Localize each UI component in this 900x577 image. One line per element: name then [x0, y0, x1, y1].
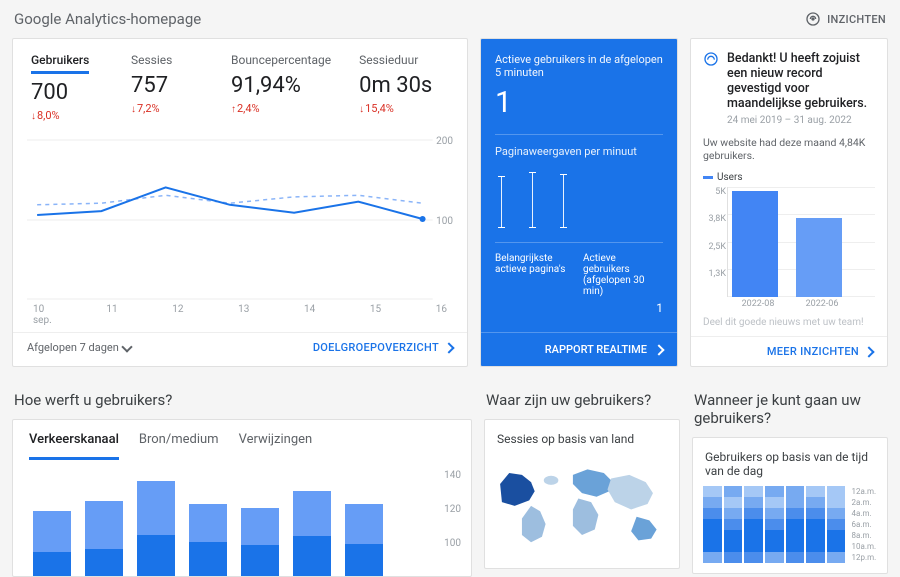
- top-pages-label: Belangrijkste actieve pagina's: [495, 253, 575, 315]
- geo-title: Waar zijn uw gebruikers?: [486, 391, 680, 409]
- geo-subtitle: Sessies op basis van land: [485, 420, 679, 450]
- time-title: Wanneer je kunt gaan uw gebruikers?: [694, 391, 888, 427]
- world-map[interactable]: [485, 450, 679, 568]
- acquisition-bar-chart: 140 120 100: [27, 470, 457, 576]
- insight-badge-icon: [703, 51, 719, 71]
- metric-value: 757: [131, 73, 203, 98]
- insight-legend: Users: [703, 172, 875, 183]
- time-subtitle: Gebruikers op basis van de tijd van de d…: [693, 438, 887, 482]
- users-line-chart: 200100: [27, 134, 453, 304]
- acquisition-title: Hoe werft u gebruikers?: [14, 391, 472, 409]
- chevron-down-icon: [121, 341, 132, 352]
- metric-label: Bouncepercentage: [231, 53, 331, 67]
- realtime-report-link[interactable]: RAPPORT REALTIME: [481, 332, 677, 366]
- metric-sessies[interactable]: Sessies 757 ↓7,2%: [131, 53, 203, 122]
- insights-label: INZICHTEN: [827, 13, 886, 26]
- more-insights-link[interactable]: MEER INZICHTEN: [767, 345, 873, 358]
- metric-bouncepercentage[interactable]: Bouncepercentage 91,94% ↑2,4%: [231, 53, 331, 122]
- metric-label: Sessieduur: [359, 53, 432, 67]
- tab-verwijzingen[interactable]: Verwijzingen: [239, 432, 313, 460]
- insight-card: Bedankt! U heeft zojuist een nieuw recor…: [690, 38, 888, 367]
- metric-value: 91,94%: [231, 73, 331, 98]
- period-selector[interactable]: Afgelopen 7 dagen: [27, 341, 131, 354]
- time-heatmap: 12a.m.2a.m.4a.m.6a.m.8a.m.10a.m.12p.m.: [693, 482, 887, 573]
- realtime-active-label: Actieve gebruikers in de afgelopen 5 min…: [495, 53, 663, 79]
- insight-date-range: 24 mei 2019 – 31 aug. 2022: [727, 115, 875, 126]
- chevron-right-icon: [863, 346, 874, 357]
- chevron-right-icon: [443, 342, 454, 353]
- active-30min-value: 1: [583, 301, 663, 315]
- pageviews-sparkline: [501, 168, 657, 228]
- time-card: Gebruikers op basis van de tijd van de d…: [692, 437, 888, 574]
- insight-bar-chart: 5K 3,8K 2,5K 1,3K: [727, 187, 875, 297]
- realtime-card: Actieve gebruikers in de afgelopen 5 min…: [480, 38, 678, 367]
- tab-bron/medium[interactable]: Bron/medium: [139, 432, 219, 460]
- insights-icon: [805, 11, 821, 27]
- metric-value: 700: [31, 80, 103, 105]
- insight-title: Bedankt! U heeft zojuist een nieuw recor…: [727, 51, 875, 111]
- insights-button[interactable]: INZICHTEN: [805, 11, 886, 27]
- active-30min-label: Actieve gebruikers (afgelopen 30 min): [583, 253, 663, 297]
- metric-value: 0m 30s: [359, 73, 432, 98]
- audience-overview-card: Gebruikers 700 ↓8,0% Sessies 757 ↓7,2% Bou…: [12, 38, 468, 367]
- acquisition-card: Verkeerskanaal Bron/medium Verwijzingen 14…: [12, 419, 472, 577]
- metric-sessieduur[interactable]: Sessieduur 0m 30s ↓15,4%: [359, 53, 432, 122]
- insight-description: Uw website had deze maand 4,84K gebruike…: [703, 136, 875, 162]
- tab-verkeerskanaal[interactable]: Verkeerskanaal: [29, 432, 119, 460]
- realtime-views-label: Paginaweergaven per minuut: [495, 145, 663, 158]
- audience-overview-link[interactable]: DOELGROEPOVERZICHT: [313, 341, 453, 354]
- metric-delta: ↓15,4%: [359, 102, 432, 115]
- chevron-right-icon: [653, 344, 664, 355]
- metric-delta: ↓7,2%: [131, 102, 203, 115]
- metric-gebruikers[interactable]: Gebruikers 700 ↓8,0%: [31, 53, 103, 122]
- page-title: Google Analytics-homepage: [14, 10, 201, 28]
- metric-delta: ↑2,4%: [231, 102, 331, 115]
- metric-delta: ↓8,0%: [31, 109, 103, 122]
- realtime-active-value: 1: [495, 85, 663, 120]
- insight-share-text: Deel dit goede nieuws met uw team!: [703, 317, 875, 328]
- metric-label: Sessies: [131, 53, 203, 67]
- metric-label: Gebruikers: [31, 53, 89, 74]
- geo-card: Sessies op basis van land: [484, 419, 680, 569]
